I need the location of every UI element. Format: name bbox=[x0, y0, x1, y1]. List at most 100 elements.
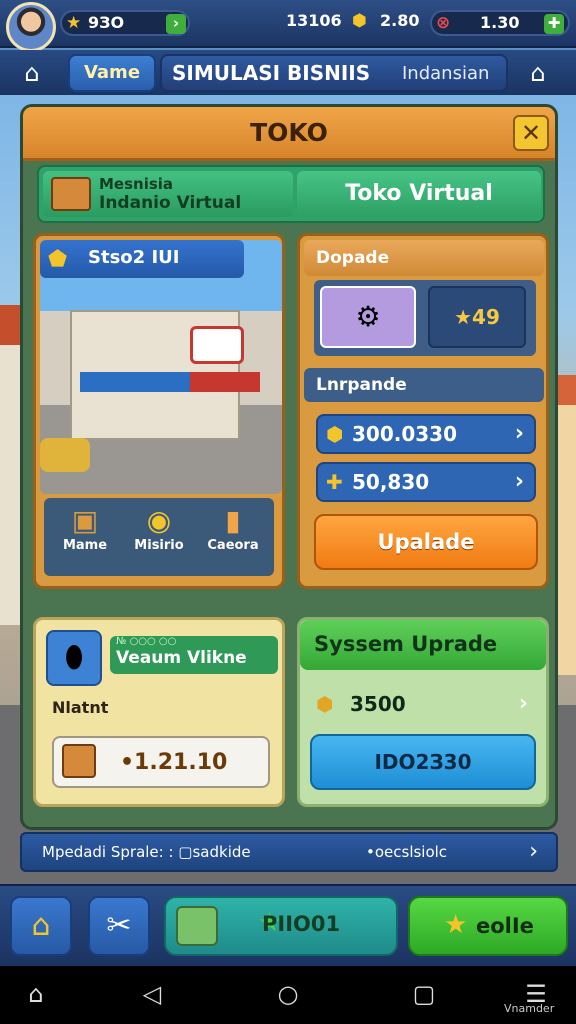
system-upgrade-button[interactable]: IDO2З30 bbox=[310, 734, 536, 790]
store-badge-label: Stso2 IUI bbox=[88, 247, 180, 268]
tab-line2: Indanio Virtual bbox=[99, 193, 242, 213]
camera-icon: ◉ bbox=[146, 504, 172, 537]
coins-counter: 13106 bbox=[280, 10, 350, 36]
gems-counter: ⬢ 2.80 bbox=[352, 10, 422, 36]
system-cost-row[interactable]: ⬢ 3500 › bbox=[312, 684, 534, 724]
energy-counter: ⊗ 1.30 ✚ bbox=[430, 10, 570, 36]
blue-awning bbox=[80, 372, 190, 392]
store-items-row: ▣ Mame ◉ Misirio ▮ Caeora bbox=[44, 498, 274, 576]
no-entry-icon: ⊗ bbox=[436, 13, 451, 33]
shop-box-icon bbox=[51, 177, 91, 211]
shop-sign bbox=[190, 326, 244, 364]
close-icon[interactable]: ✕ bbox=[513, 115, 549, 151]
yellow-car bbox=[40, 438, 90, 472]
plus-icon: ✚ bbox=[326, 470, 343, 494]
product-value-box[interactable]: •1.21.10 bbox=[52, 736, 270, 788]
star-icon: ★ bbox=[66, 13, 82, 33]
chevron-right-icon: › bbox=[514, 421, 524, 446]
star-level-value: 49 bbox=[472, 305, 500, 329]
star-icon: ★ bbox=[454, 305, 473, 329]
info-left-text: Mpedadi Sprale: : ▢sadkide bbox=[42, 843, 251, 861]
box-icon bbox=[62, 744, 96, 778]
system-nav-label: Vnamder bbox=[504, 1002, 555, 1015]
item-caeora[interactable]: ▮ Caeora bbox=[198, 504, 268, 553]
star-counter: ★ 9ЗО › bbox=[60, 10, 190, 36]
coins-value: 13106 bbox=[286, 11, 342, 30]
item-label: Mame bbox=[62, 538, 108, 553]
tools-icon[interactable]: ✂ bbox=[88, 896, 150, 956]
bottom-action-bar: ⌂ ✂ ★ PIIO01 ★ eolIe bbox=[0, 884, 576, 966]
stat-row-money[interactable]: ⬢ 300.0330 › bbox=[316, 414, 536, 454]
game-subtitle: Indansian bbox=[402, 63, 490, 84]
item-mame[interactable]: ▣ Mame bbox=[50, 504, 120, 553]
cash-register-value: PIIO01 bbox=[262, 912, 341, 936]
upgrade-subheader: Lnrpande bbox=[304, 368, 544, 402]
home-icon[interactable]: ⌂ bbox=[10, 896, 72, 956]
tab-bar: Mesnisia Indanio Virtual Toko Virtual bbox=[37, 165, 545, 223]
panel-header: TOKO ✕ bbox=[23, 107, 555, 161]
player-avatar[interactable] bbox=[6, 2, 56, 52]
stat-value: 50,830 bbox=[352, 470, 430, 494]
product-card: ⬮ № ○○○ ○○ Veaum Vlikne Nlatnt •1.21.10 bbox=[33, 617, 285, 807]
system-upgrade-header: Syssem Uprade bbox=[300, 620, 546, 670]
product-banner: № ○○○ ○○ Veaum Vlikne bbox=[110, 636, 278, 674]
star-icon: ★ bbox=[444, 910, 468, 940]
tag-icon: ⬟ bbox=[48, 247, 68, 272]
chevron-right-icon[interactable]: › bbox=[529, 834, 538, 870]
stat-value: 300.0330 bbox=[352, 422, 458, 446]
gems-value: 2.80 bbox=[380, 11, 420, 30]
tab-indanio-virtual[interactable]: Mesnisia Indanio Virtual bbox=[43, 171, 293, 217]
cash-register-button[interactable]: ★ PIIO01 bbox=[164, 896, 398, 956]
cash-icon: ⬢ bbox=[316, 692, 334, 716]
upgrade-card: Dopade ⚙ ★49 Lnrpande ⬢ 300.0330 › ✚ 50,… bbox=[297, 233, 549, 589]
star-action-button[interactable]: ★ eolIe bbox=[408, 896, 568, 956]
bucket-icon: ▮ bbox=[225, 504, 241, 537]
box-icon: ▣ bbox=[71, 504, 99, 537]
title-banner: SIMULASI BISNIIS Indansian bbox=[160, 54, 508, 92]
system-cost: 3500 bbox=[350, 692, 406, 716]
circle-home-icon[interactable]: ○ bbox=[268, 980, 308, 1008]
store-panel: TOKO ✕ Mesnisia Indanio Virtual Toko Vir… bbox=[20, 104, 558, 830]
home-icon[interactable]: ⌂ bbox=[16, 58, 48, 88]
product-name: Veaum Vlikne bbox=[116, 648, 247, 668]
add-energy-button[interactable]: ✚ bbox=[544, 14, 564, 34]
home-icon[interactable]: ⌂ bbox=[16, 980, 56, 1008]
system-nav-bar: ⌂ ◁ ○ ▢ ☰ Vnamder bbox=[0, 966, 576, 1024]
stat-row-plus[interactable]: ✚ 50,830 › bbox=[316, 462, 536, 502]
top-status-bar: ★ 9ЗО › 13106 ⬢ 2.80 ⊗ 1.30 ✚ bbox=[0, 0, 576, 52]
back-icon[interactable]: ◁ bbox=[132, 980, 172, 1008]
star-value: 9ЗО bbox=[88, 13, 125, 32]
name-pill[interactable]: Vame bbox=[68, 54, 156, 92]
home-icon-right[interactable]: ⌂ bbox=[522, 58, 554, 88]
item-label: Misirio bbox=[134, 538, 184, 553]
milk-bottle-icon: ⬮ bbox=[46, 630, 102, 686]
star-action-label: eolIe bbox=[476, 914, 534, 938]
star-level[interactable]: ★49 bbox=[428, 286, 526, 348]
tab-line1: Mesnisia bbox=[99, 175, 174, 193]
info-strip[interactable]: Mpedadi Sprale: : ▢sadkide •oecslsiolc › bbox=[20, 832, 558, 872]
add-stars-button[interactable]: › bbox=[166, 14, 186, 34]
product-label: Nlatnt bbox=[52, 698, 109, 717]
chevron-right-icon: › bbox=[518, 691, 528, 716]
info-right-text: •oecslsiolc bbox=[366, 843, 448, 861]
cash-icon: ⬢ bbox=[326, 422, 344, 446]
product-value: •1.21.10 bbox=[120, 750, 228, 775]
money-stack-icon[interactable]: ⚙ bbox=[320, 286, 416, 348]
item-label: Caeora bbox=[207, 538, 259, 553]
shop-building-image bbox=[40, 240, 282, 494]
red-awning bbox=[190, 372, 260, 392]
store-preview-card: ⬟ Stso2 IUI ▣ Mame ◉ Misirio ▮ Caeora bbox=[33, 233, 285, 589]
store-badge: ⬟ Stso2 IUI bbox=[40, 240, 244, 278]
product-banner-small: № ○○○ ○○ bbox=[116, 636, 177, 647]
item-misirio[interactable]: ◉ Misirio bbox=[124, 504, 194, 553]
nav-row: ⌂ Vame SIMULASI BISNIIS Indansian ⌂ bbox=[0, 50, 576, 95]
upgrade-header: Dopade bbox=[304, 240, 544, 276]
upgrade-button[interactable]: Upalade bbox=[314, 514, 538, 570]
panel-title: TOKO bbox=[250, 118, 328, 147]
tab-toko-virtual[interactable]: Toko Virtual bbox=[297, 171, 541, 217]
coin-bag-icon: ⬢ bbox=[352, 11, 367, 31]
recents-icon[interactable]: ▢ bbox=[404, 980, 444, 1008]
game-title: SIMULASI BISNIIS bbox=[172, 61, 371, 85]
energy-value: 1.30 bbox=[480, 13, 520, 32]
chevron-right-icon: › bbox=[514, 469, 524, 494]
